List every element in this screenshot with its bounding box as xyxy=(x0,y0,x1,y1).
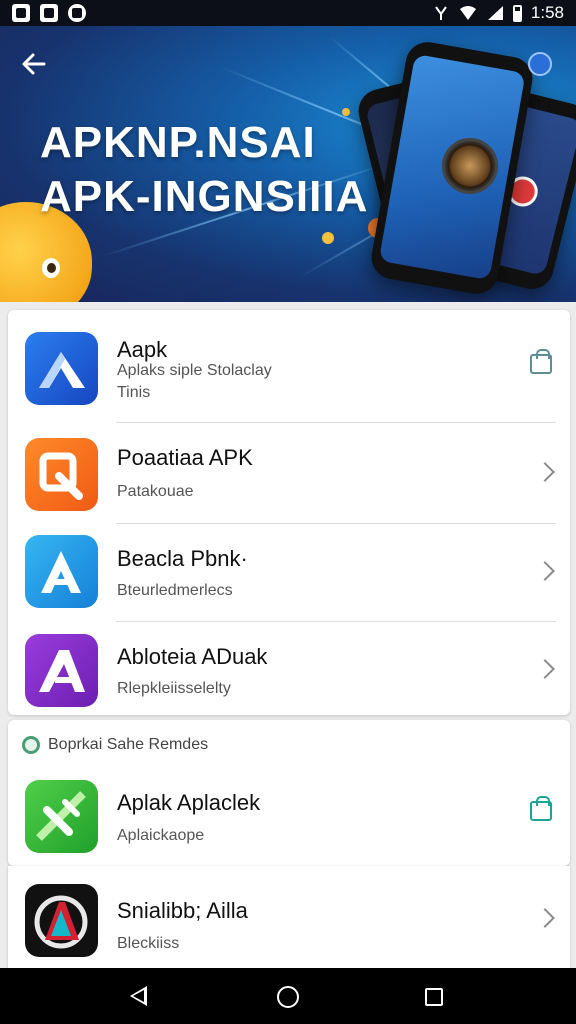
battery-icon xyxy=(512,4,522,22)
back-triangle-icon[interactable] xyxy=(130,986,147,1006)
app-screen: 1:58 APKNP.NSAI APK-INGNSIIIA Aapk Aplak… xyxy=(0,0,576,1024)
app-name: Poaatiaa APK xyxy=(117,445,253,470)
app-name: Abloteia ADuak xyxy=(117,644,268,669)
app-icon xyxy=(25,634,98,707)
status-bar: 1:58 xyxy=(0,0,576,26)
badge-icon xyxy=(528,52,552,76)
status-time: 1:58 xyxy=(530,3,564,22)
app-subtitle: Rlepkleiisselelty xyxy=(117,680,231,697)
app-name: Snialibb; Ailla xyxy=(117,898,248,923)
whatsapp-icon xyxy=(68,4,86,22)
list-item[interactable]: Aplak Aplaclek Aplaickaope xyxy=(8,770,570,866)
floating-orb-icon xyxy=(342,108,350,116)
app-name: Beacla Pbnk· xyxy=(117,546,248,571)
list-item[interactable]: Poaatiaa APK Patakouae xyxy=(8,423,570,523)
signal-icon xyxy=(487,6,503,20)
home-circle-icon[interactable] xyxy=(277,986,299,1008)
arrow-left-icon xyxy=(22,53,46,75)
banner-subtitle: APK-INGNSIIIA xyxy=(40,172,369,221)
app-list-card: Aapk Aplaks siple Stolaclay Tinis Poaati… xyxy=(8,310,570,715)
chevron-right-icon[interactable] xyxy=(535,908,555,928)
section-card: Boprkai Sahe Remdes Aplak Aplaclek Aplai… xyxy=(8,720,570,866)
app-subtitle: Bteurledmerlecs xyxy=(117,582,233,599)
photo-icon xyxy=(40,4,58,22)
app-icon xyxy=(25,535,98,608)
list-card: Snialibb; Ailla Bleckiiss xyxy=(8,866,570,968)
section-title: Boprkai Sahe Remdes xyxy=(48,736,209,753)
recents-square-icon[interactable] xyxy=(425,988,443,1006)
list-item[interactable]: Beacla Pbnk· Bteurledmerlecs xyxy=(8,524,570,621)
section-header: Boprkai Sahe Remdes xyxy=(22,736,208,754)
gallery-icon xyxy=(12,4,30,22)
chevron-right-icon[interactable] xyxy=(535,462,555,482)
app-subtitle: Aplaks siple Stolaclay Tinis xyxy=(117,362,272,401)
floating-orb-icon xyxy=(322,232,334,244)
app-icon xyxy=(25,780,98,853)
list-item[interactable]: Snialibb; Ailla Bleckiiss xyxy=(8,866,570,968)
bag-icon[interactable] xyxy=(530,349,552,374)
chevron-right-icon[interactable] xyxy=(535,561,555,581)
bag-icon[interactable] xyxy=(530,796,552,821)
app-subtitle: Aplaickaope xyxy=(117,827,205,844)
section-badge-icon xyxy=(22,736,40,754)
hotspot-icon xyxy=(435,6,447,20)
food-image xyxy=(442,138,498,194)
system-nav-bar xyxy=(0,968,576,1024)
app-icon xyxy=(25,884,98,957)
wifi-icon xyxy=(459,6,476,20)
chevron-right-icon[interactable] xyxy=(535,659,555,679)
app-icon xyxy=(25,438,98,511)
hero-banner: APKNP.NSAI APK-INGNSIIIA xyxy=(0,26,576,302)
app-subtitle: Patakouae xyxy=(117,483,194,500)
list-item[interactable]: Aapk Aplaks siple Stolaclay Tinis xyxy=(8,310,570,422)
list-item[interactable]: Abloteia ADuak Rlepkleiisselelty xyxy=(8,622,570,714)
app-name: Aplak Aplaclek xyxy=(117,790,261,815)
app-subtitle: Bleckiiss xyxy=(117,935,180,952)
app-icon xyxy=(25,332,98,405)
back-button[interactable] xyxy=(18,48,54,84)
banner-title: APKNP.NSAI xyxy=(40,118,316,167)
